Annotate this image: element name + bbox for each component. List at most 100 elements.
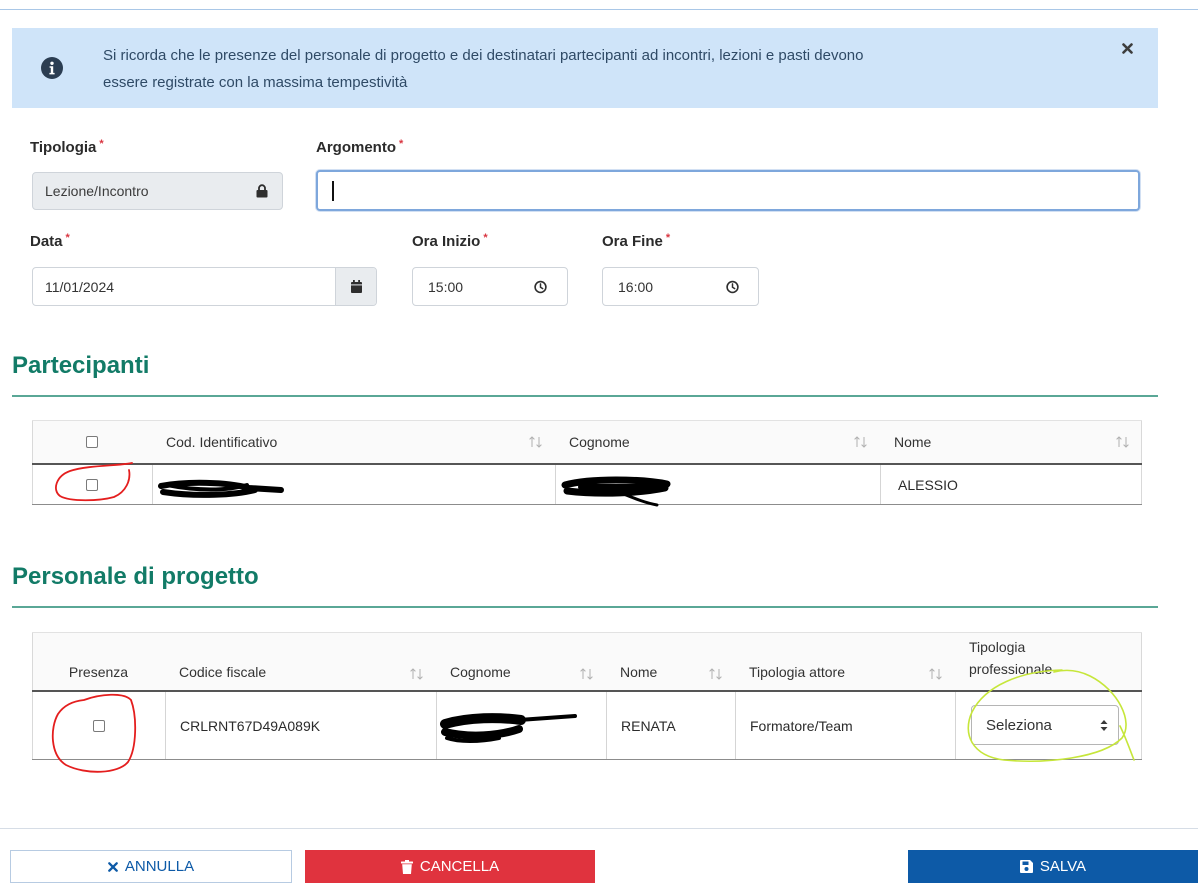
cancella-label: CANCELLA — [419, 858, 500, 875]
info-alert: Si ricorda che le presenze del personale… — [12, 28, 1158, 108]
column-label: Tipologia attore — [749, 664, 845, 680]
sort-icon[interactable] — [1116, 436, 1130, 448]
sort-icon[interactable] — [580, 668, 594, 680]
column-label: Codice fiscale — [179, 664, 267, 680]
required-mark: * — [483, 232, 488, 244]
personale-heading: Personale di progetto — [12, 563, 259, 590]
tipologia-input — [33, 173, 282, 209]
ora-fine-label-text: Ora Fine — [602, 233, 663, 250]
sort-icon[interactable] — [410, 668, 424, 680]
top-divider — [0, 9, 1198, 10]
tipologia-label: Tipologia * — [30, 138, 104, 159]
sort-icon[interactable] — [709, 668, 723, 680]
column-header-codice-fiscale[interactable]: Codice fiscale — [165, 633, 436, 690]
ora-inizio-input[interactable] — [413, 268, 533, 305]
ora-fine-label: Ora Fine * — [602, 232, 670, 253]
redaction-scribble — [561, 476, 671, 507]
trash-icon — [400, 859, 413, 874]
sort-icon[interactable] — [529, 436, 543, 448]
column-header-tipologia-attore[interactable]: Tipologia attore — [735, 633, 955, 690]
partecipanti-table: Cod. Identificativo Cognome Nome ALESSIO — [32, 420, 1142, 507]
column-label: Presenza — [68, 664, 129, 680]
salva-label: SALVA — [1039, 858, 1087, 875]
tipologia-field — [32, 172, 283, 210]
alert-line: essere registrate con la massima tempest… — [103, 74, 408, 91]
argomento-label-text: Argomento — [316, 139, 396, 156]
cell-cognome — [555, 465, 880, 507]
calendar-icon — [350, 280, 362, 293]
cell-codice-fiscale: CRLRNT67D49A089K — [165, 692, 436, 759]
footer-divider — [0, 828, 1198, 829]
annulla-button[interactable]: ANNULLA — [10, 850, 292, 883]
calendar-button[interactable] — [335, 268, 376, 305]
required-mark: * — [399, 138, 404, 150]
cell-nome: ALESSIO — [880, 465, 1142, 504]
presenza-cell — [32, 692, 165, 759]
info-icon — [41, 57, 63, 79]
ora-fine-field[interactable] — [602, 267, 759, 306]
cell-tipologia-attore: Formatore/Team — [735, 692, 955, 759]
presenza-checkbox[interactable] — [92, 719, 105, 732]
sort-icon[interactable] — [929, 668, 943, 680]
redaction-scribble — [158, 479, 284, 498]
column-label: Cod. Identificativo — [166, 434, 278, 450]
column-header-cognome[interactable]: Cognome — [436, 633, 606, 690]
argomento-input[interactable] — [318, 172, 1138, 209]
argomento-field[interactable] — [316, 170, 1140, 211]
salva-button[interactable]: SALVA — [908, 850, 1198, 883]
ora-inizio-field[interactable] — [412, 267, 568, 306]
cell-tipologia-professionale: Seleziona — [955, 692, 1142, 759]
tipologia-professionale-dropdown[interactable]: Seleziona — [972, 706, 1118, 744]
data-label: Data * — [30, 232, 70, 253]
table-header: Cod. Identificativo Cognome Nome — [32, 420, 1142, 465]
table-row[interactable]: ALESSIO — [32, 465, 1142, 507]
column-label: Nome — [620, 664, 658, 680]
argomento-label: Argomento * — [316, 138, 403, 159]
column-header-tipologia-professionale: Tipologia professionale — [955, 633, 1142, 690]
partecipanti-heading: Partecipanti — [12, 352, 150, 379]
close-icon[interactable] — [1122, 43, 1133, 54]
personale-table: Presenza Codice fiscale Cognome Nome Tip… — [32, 632, 1142, 760]
lock-icon — [256, 184, 268, 198]
data-input[interactable] — [33, 268, 337, 305]
close-icon — [108, 861, 118, 872]
row-checkbox[interactable] — [86, 478, 98, 491]
table-header: Presenza Codice fiscale Cognome Nome Tip… — [32, 632, 1142, 692]
column-label: Cognome — [569, 434, 630, 450]
floppy-disk-icon — [1019, 860, 1033, 873]
ora-fine-input[interactable] — [603, 268, 723, 305]
page: Si ricorda che le presenze del personale… — [0, 0, 1198, 883]
text-cursor — [332, 181, 334, 201]
ora-inizio-label-text: Ora Inizio — [412, 233, 481, 250]
alert-line: Si ricorda che le presenze del personale… — [103, 47, 864, 64]
column-header-presenza: Presenza — [32, 633, 165, 690]
ora-inizio-label: Ora Inizio * — [412, 232, 488, 253]
cell-cognome — [436, 692, 606, 759]
section-divider — [12, 606, 1158, 608]
clock-icon[interactable] — [534, 280, 547, 293]
tipologia-professionale-select[interactable]: Seleziona — [971, 705, 1119, 745]
cell-nome: RENATA — [606, 692, 735, 759]
required-mark: * — [665, 232, 671, 244]
column-header-nome[interactable]: Nome — [606, 633, 735, 690]
select-all-checkbox[interactable] — [86, 436, 98, 448]
alert-message: Si ricorda che le presenze del personale… — [103, 42, 863, 96]
redaction-scribble — [440, 713, 577, 743]
column-header-cognome[interactable]: Cognome — [555, 421, 880, 463]
cell-cod-identificativo — [152, 465, 555, 504]
tipologia-label-text: Tipologia — [30, 139, 97, 156]
cancella-button[interactable]: CANCELLA — [305, 850, 595, 883]
required-mark: * — [65, 232, 70, 244]
column-header-cod-identificativo[interactable]: Cod. Identificativo — [152, 421, 555, 463]
column-label: Tipologia professionale — [969, 639, 1053, 677]
sort-icon[interactable] — [854, 436, 868, 448]
table-row[interactable]: CRLRNT67D49A089K RENATA Formatore/Team S… — [32, 692, 1142, 760]
required-mark: * — [99, 138, 104, 150]
column-header-nome[interactable]: Nome — [880, 421, 1142, 463]
annulla-label: ANNULLA — [124, 858, 195, 875]
column-label: Cognome — [450, 664, 511, 680]
section-divider — [12, 395, 1158, 397]
clock-icon[interactable] — [726, 280, 739, 293]
data-field[interactable] — [32, 267, 377, 306]
column-label: Nome — [894, 434, 932, 450]
